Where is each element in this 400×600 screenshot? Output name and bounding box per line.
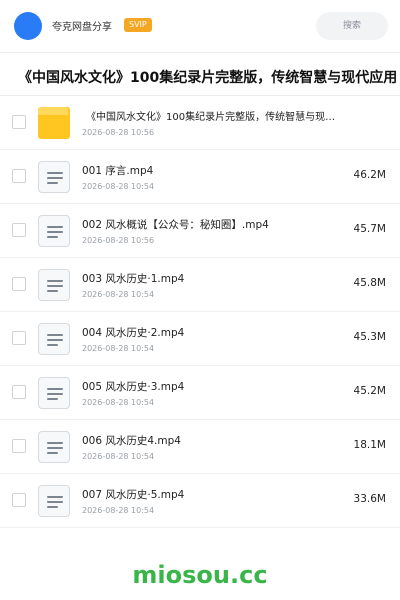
file-date: 2026-08-28 10:54 bbox=[82, 452, 155, 461]
list-item[interactable]: 006 风水历史4.mp4 2026-08-28 10:54 18.1M bbox=[0, 420, 400, 474]
list-item[interactable]: 002 风水概说【公众号：秘知圈】.mp4 2026-08-28 10:56 4… bbox=[0, 204, 400, 258]
file-date: 2026-08-28 10:54 bbox=[82, 398, 155, 407]
file-name: 《中国风水文化》100集纪录片完整版，传统智慧与现… bbox=[86, 112, 336, 123]
file-size: 33.6M bbox=[353, 493, 386, 505]
select-checkbox[interactable] bbox=[12, 439, 26, 453]
file-size: 45.2M bbox=[353, 385, 386, 397]
document-icon bbox=[38, 485, 70, 517]
file-size: 45.7M bbox=[353, 223, 386, 235]
select-checkbox[interactable] bbox=[12, 169, 26, 183]
list-item[interactable]: 007 风水历史·5.mp4 2026-08-28 10:54 33.6M bbox=[0, 474, 400, 528]
document-icon bbox=[38, 161, 70, 193]
file-date: 2026-08-28 10:54 bbox=[82, 506, 155, 515]
file-name: 007 风水历史·5.mp4 bbox=[82, 489, 185, 501]
file-date: 2026-08-28 10:56 bbox=[82, 128, 155, 137]
select-checkbox[interactable] bbox=[12, 331, 26, 345]
share-title-bar: 《中国风水文化》100集纪录片完整版，传统智慧与现代应用 bbox=[0, 58, 400, 94]
list-item[interactable]: 001 序言.mp4 2026-08-28 10:54 46.2M bbox=[0, 150, 400, 204]
file-date: 2026-08-28 10:54 bbox=[82, 182, 155, 191]
file-name: 006 风水历史4.mp4 bbox=[82, 435, 181, 447]
file-size: 46.2M bbox=[353, 169, 386, 181]
header: 夸克网盘分享 SVIP 搜索 bbox=[0, 0, 400, 52]
watermark: miosou.cc bbox=[132, 561, 268, 589]
file-size: 45.8M bbox=[353, 277, 386, 289]
list-item[interactable]: 003 风水历史·1.mp4 2026-08-28 10:54 45.8M bbox=[0, 258, 400, 312]
document-icon bbox=[38, 215, 70, 247]
file-name: 003 风水历史·1.mp4 bbox=[82, 273, 185, 285]
select-checkbox[interactable] bbox=[12, 493, 26, 507]
file-name: 001 序言.mp4 bbox=[82, 165, 154, 177]
document-icon bbox=[38, 269, 70, 301]
document-icon bbox=[38, 323, 70, 355]
file-size: 45.3M bbox=[353, 331, 386, 343]
list-item-folder[interactable]: 《中国风水文化》100集纪录片完整版，传统智慧与现… 2026-08-28 10… bbox=[0, 96, 400, 150]
select-checkbox[interactable] bbox=[12, 115, 26, 129]
file-date: 2026-08-28 10:54 bbox=[82, 290, 155, 299]
file-list: 《中国风水文化》100集纪录片完整版，传统智慧与现… 2026-08-28 10… bbox=[0, 96, 400, 528]
file-size: 18.1M bbox=[353, 439, 386, 451]
folder-icon bbox=[38, 107, 70, 139]
share-title: 《中国风水文化》100集纪录片完整版，传统智慧与现代应用 bbox=[18, 70, 398, 86]
svip-badge: SVIP bbox=[124, 18, 152, 32]
document-icon bbox=[38, 377, 70, 409]
select-checkbox[interactable] bbox=[12, 223, 26, 237]
select-checkbox[interactable] bbox=[12, 385, 26, 399]
select-checkbox[interactable] bbox=[12, 277, 26, 291]
list-item[interactable]: 004 风水历史·2.mp4 2026-08-28 10:54 45.3M bbox=[0, 312, 400, 366]
file-name: 002 风水概说【公众号：秘知圈】.mp4 bbox=[82, 219, 269, 231]
header-divider bbox=[0, 52, 400, 53]
file-date: 2026-08-28 10:56 bbox=[82, 236, 155, 245]
list-item[interactable]: 005 风水历史·3.mp4 2026-08-28 10:54 45.2M bbox=[0, 366, 400, 420]
file-date: 2026-08-28 10:54 bbox=[82, 344, 155, 353]
app-name: 夸克网盘分享 bbox=[52, 22, 112, 33]
search-input[interactable]: 搜索 bbox=[316, 12, 388, 40]
avatar[interactable] bbox=[14, 12, 42, 40]
file-name: 005 风水历史·3.mp4 bbox=[82, 381, 185, 393]
document-icon bbox=[38, 431, 70, 463]
file-name: 004 风水历史·2.mp4 bbox=[82, 327, 185, 339]
